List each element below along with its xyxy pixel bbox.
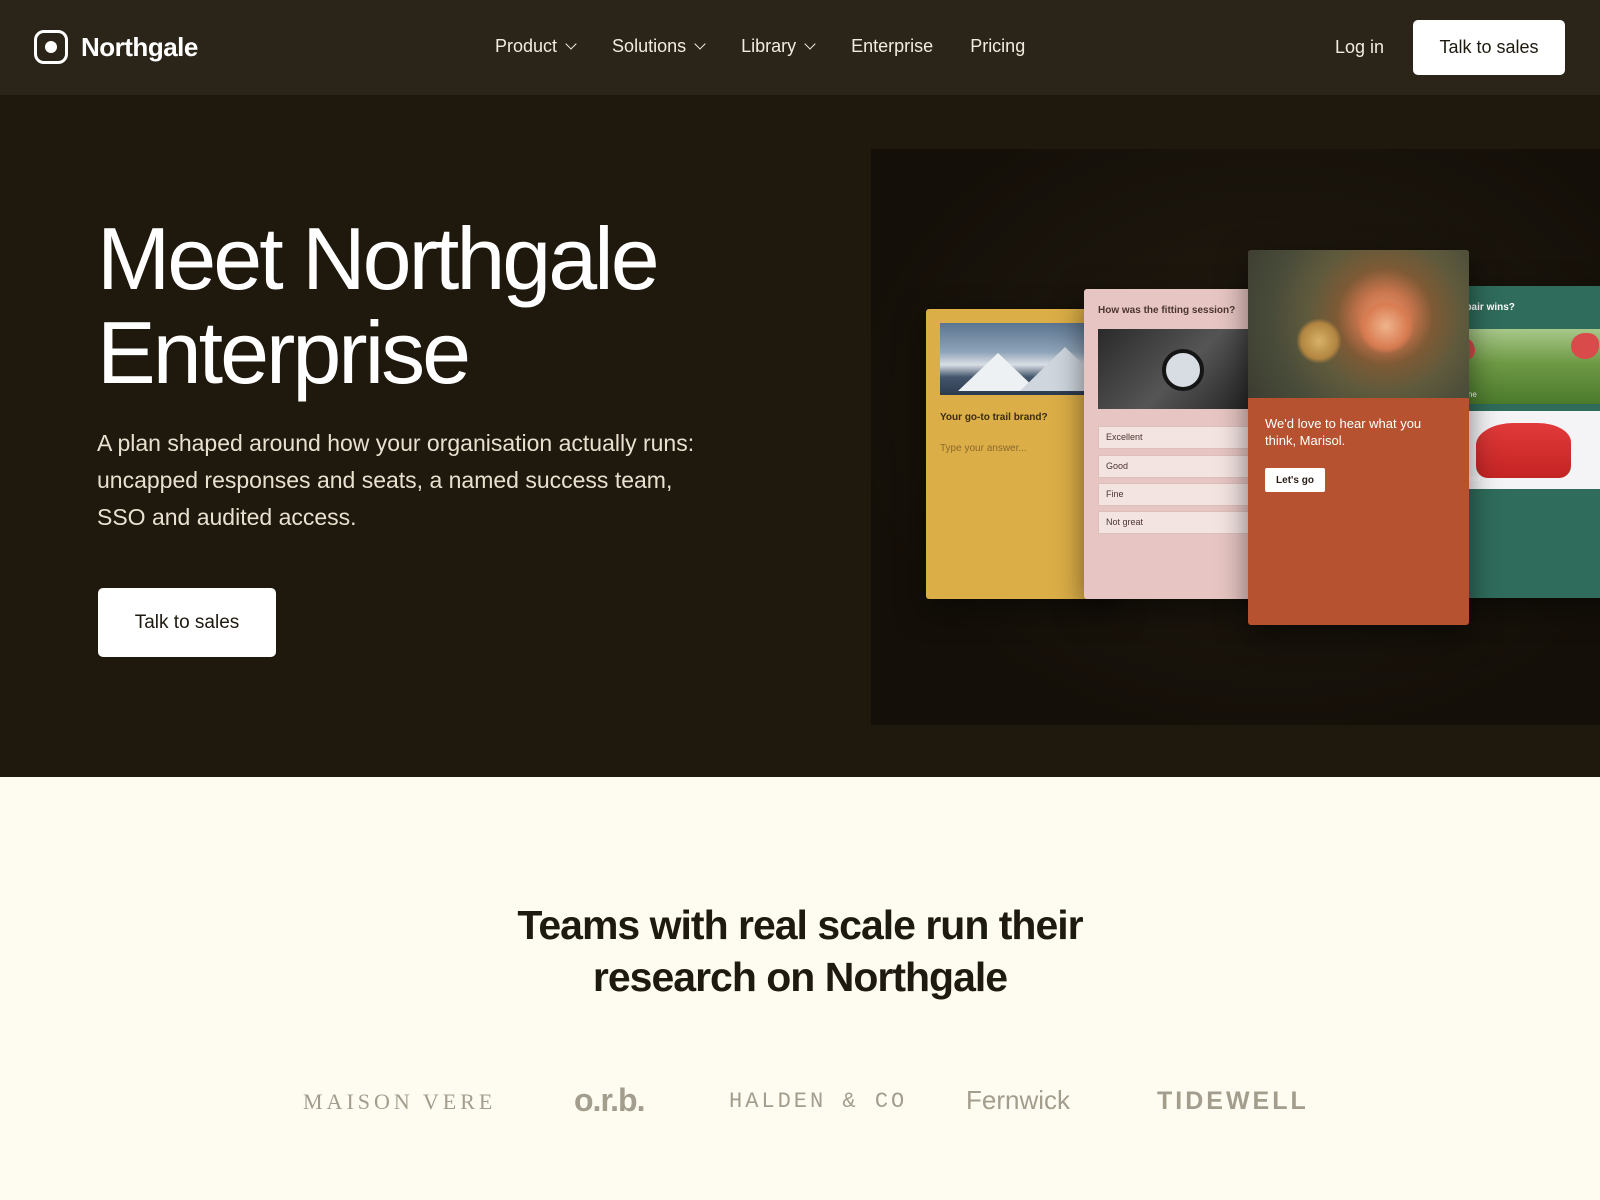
top-nav: Northgale Product Solutions Library Ente… xyxy=(0,0,1600,95)
hero-talk-to-sales-button[interactable]: Talk to sales xyxy=(98,588,276,657)
brand-icon xyxy=(34,30,68,64)
customers-title: Teams with real scale run their research… xyxy=(0,899,1600,1003)
nav-item-label: Pricing xyxy=(970,36,1026,56)
survey-card-welcome: We'd love to hear what you think, Mariso… xyxy=(1248,250,1469,625)
mountain-image xyxy=(940,323,1110,395)
nav-item-solutions[interactable]: Solutions xyxy=(612,36,706,57)
option-fine: Fine xyxy=(1098,483,1264,506)
hero-title: Meet Northgale Enterprise xyxy=(97,209,660,402)
logo-halden-co: HALDEN & CO xyxy=(729,1089,908,1114)
nav-item-label: Solutions xyxy=(612,36,687,56)
option-excellent: Excellent xyxy=(1098,426,1264,449)
nav-item-product[interactable]: Product xyxy=(495,36,577,57)
hero-title-line2: Enterprise xyxy=(97,303,471,402)
logo-orb: o.r.b. xyxy=(574,1082,645,1118)
hero-subtitle: A plan shaped around how your organisati… xyxy=(97,430,695,530)
watch-image xyxy=(1098,329,1264,409)
product-showcase: Your go-to trail brand? Type your answer… xyxy=(871,149,1600,725)
hero-title-line1: Meet Northgale xyxy=(97,209,660,308)
chevron-down-icon xyxy=(565,38,577,50)
nav-item-label: Library xyxy=(741,36,797,56)
card-message: We'd love to hear what you think, Mariso… xyxy=(1265,416,1422,448)
option-not-great: Not great xyxy=(1098,511,1264,534)
nav-item-label: Product xyxy=(495,36,558,56)
customers-section: Teams with real scale run their research… xyxy=(0,777,1600,1200)
answer-placeholder: Type your answer... xyxy=(940,443,1027,454)
survey-card-pair: ch pair wins? e Dune e Ember xyxy=(1451,286,1600,598)
login-link[interactable]: Log in xyxy=(1335,37,1384,58)
card-question: How was the fitting session? xyxy=(1098,305,1236,316)
card-question: Your go-to trail brand? xyxy=(940,412,1048,423)
logo-maison-vere: MAISON VERE xyxy=(303,1089,497,1114)
nav-item-pricing[interactable]: Pricing xyxy=(970,36,1025,57)
customers-title-line1: Teams with real scale run their xyxy=(517,902,1083,948)
nav-menu: Product Solutions Library Enterprise Pri… xyxy=(495,36,1025,57)
logo-fernwick: Fernwick xyxy=(966,1085,1071,1115)
survey-card-fitting: How was the fitting session? Excellent G… xyxy=(1084,289,1264,599)
hero-section: Meet Northgale Enterprise A plan shaped … xyxy=(0,95,1600,777)
brand-logo[interactable]: Northgale xyxy=(34,30,198,64)
chevron-down-icon xyxy=(694,38,706,50)
chevron-down-icon xyxy=(804,38,816,50)
flowers-image xyxy=(1248,250,1469,398)
brand-name: Northgale xyxy=(81,31,198,62)
lets-go-button: Let's go xyxy=(1265,468,1325,492)
nav-item-library[interactable]: Library xyxy=(741,36,816,57)
option-good: Good xyxy=(1098,455,1264,478)
nav-item-label: Enterprise xyxy=(851,36,934,56)
logo-tidewell: TIDEWELL xyxy=(1157,1087,1309,1115)
customers-title-line2: research on Northgale xyxy=(592,954,1008,1000)
talk-to-sales-button[interactable]: Talk to sales xyxy=(1413,20,1565,75)
customer-logos: MAISON VERE o.r.b. HALDEN & CO Fernwick … xyxy=(0,1082,1600,1122)
nav-item-enterprise[interactable]: Enterprise xyxy=(851,36,933,57)
